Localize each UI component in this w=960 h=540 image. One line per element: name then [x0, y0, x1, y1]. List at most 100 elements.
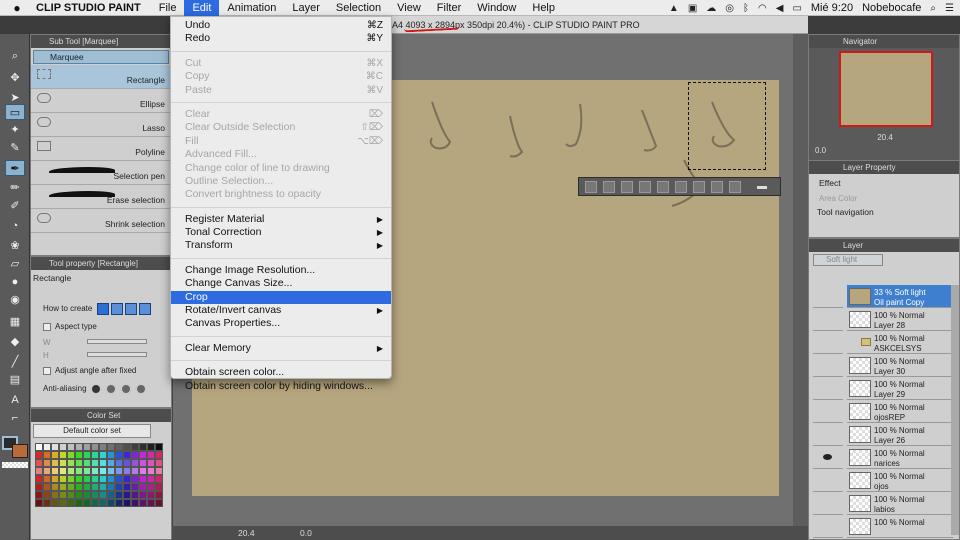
color-swatch[interactable]	[155, 459, 163, 467]
blend-mode-select[interactable]: Soft light	[813, 254, 883, 266]
color-swatch[interactable]	[115, 451, 123, 459]
color-swatch[interactable]	[107, 483, 115, 491]
color-swatch[interactable]	[139, 483, 147, 491]
menu-item-copy[interactable]: Copy ⌘C	[171, 70, 391, 83]
layer-visibility-toggle[interactable]	[813, 354, 843, 377]
color-swatch[interactable]	[59, 491, 67, 499]
color-swatch[interactable]	[43, 499, 51, 507]
color-swatch[interactable]	[35, 467, 43, 475]
color-swatch[interactable]	[107, 467, 115, 475]
color-swatch[interactable]	[123, 491, 131, 499]
color-swatch[interactable]	[155, 491, 163, 499]
anti-alias-weak-icon[interactable]	[104, 382, 117, 395]
layer-visibility-toggle[interactable]	[813, 469, 843, 492]
menu-item-undo[interactable]: Undo ⌘Z	[171, 19, 391, 32]
menu-edit[interactable]: Edit	[184, 0, 220, 16]
add-selection-icon[interactable]	[110, 302, 123, 315]
color-swatch[interactable]	[91, 475, 99, 483]
tray-app-icon[interactable]: ▣	[688, 3, 697, 14]
clock[interactable]: Mié 9:20	[811, 2, 853, 14]
color-swatch[interactable]	[43, 459, 51, 467]
color-swatch[interactable]	[67, 459, 75, 467]
move-tool-icon[interactable]: ✥	[5, 70, 25, 86]
color-swatch[interactable]	[155, 467, 163, 475]
color-swatch[interactable]	[99, 459, 107, 467]
color-swatch[interactable]	[115, 459, 123, 467]
navigator-angle[interactable]: 0.0	[815, 146, 955, 155]
color-swatch[interactable]	[51, 491, 59, 499]
color-swatch[interactable]	[147, 475, 155, 483]
user-name[interactable]: Nobebocafe	[862, 2, 921, 14]
layer-visibility-toggle[interactable]	[813, 446, 843, 469]
eraser-tool-icon[interactable]: ▱	[5, 256, 25, 272]
color-swatch[interactable]	[123, 499, 131, 507]
pen-tool-icon[interactable]: ✒	[5, 160, 25, 176]
color-swatch[interactable]	[67, 499, 75, 507]
color-swatch[interactable]	[75, 499, 83, 507]
balloon-tool-icon[interactable]: ⌐	[5, 410, 25, 426]
color-swatch[interactable]	[51, 475, 59, 483]
notification-icon[interactable]: ▲	[669, 3, 679, 14]
menu-item-clear-memory[interactable]: Clear Memory ▶	[171, 342, 391, 355]
layer-scrollbar[interactable]	[951, 285, 959, 535]
color-swatch[interactable]	[83, 467, 91, 475]
copy-paste-icon[interactable]	[675, 180, 687, 193]
invert-selection-icon[interactable]	[693, 180, 705, 193]
color-swatch[interactable]	[131, 467, 139, 475]
color-swatch[interactable]	[139, 443, 147, 451]
gradient-tool-icon[interactable]: ▦	[5, 314, 25, 330]
menu-animation[interactable]: Animation	[219, 0, 284, 16]
menu-item-crop[interactable]: Crop	[171, 290, 391, 305]
layer-visibility-toggle[interactable]	[813, 331, 843, 354]
color-swatch[interactable]	[107, 499, 115, 507]
color-swatch[interactable]	[131, 491, 139, 499]
auto-select-tool-icon[interactable]: ✦	[5, 122, 25, 138]
cloud-icon[interactable]: ☁	[706, 3, 716, 14]
layer-visibility-toggle[interactable]	[813, 515, 843, 538]
color-swatch[interactable]	[75, 451, 83, 459]
width-slider[interactable]	[87, 339, 147, 344]
menu-view[interactable]: View	[389, 0, 429, 16]
launcher-menu-icon[interactable]: ▬	[757, 181, 767, 192]
color-swatch[interactable]	[155, 451, 163, 459]
color-swatch[interactable]	[83, 451, 91, 459]
color-swatch[interactable]	[51, 467, 59, 475]
color-swatch[interactable]	[43, 483, 51, 491]
color-swatch[interactable]	[139, 467, 147, 475]
color-swatch[interactable]	[91, 467, 99, 475]
anti-alias-none-icon[interactable]	[89, 382, 102, 395]
color-swatch[interactable]	[35, 499, 43, 507]
color-swatch[interactable]	[83, 475, 91, 483]
color-swatch[interactable]	[107, 491, 115, 499]
color-swatch[interactable]	[131, 451, 139, 459]
selection-marquee[interactable]	[688, 82, 766, 170]
color-swatch[interactable]	[155, 475, 163, 483]
color-swatch[interactable]	[99, 467, 107, 475]
layer-row[interactable]: 100 % Normal ojos	[847, 469, 953, 492]
color-swatch[interactable]	[147, 499, 155, 507]
layer-row[interactable]: 100 % Normal Layer 26	[847, 423, 953, 446]
menu-item-clear[interactable]: Clear ⌦	[171, 108, 391, 121]
color-swatch[interactable]	[99, 443, 107, 451]
fill-selection-icon[interactable]	[711, 180, 723, 193]
color-swatch[interactable]	[123, 459, 131, 467]
canvas-vertical-scrollbar[interactable]	[793, 34, 808, 526]
color-swatch[interactable]	[131, 443, 139, 451]
color-swatch[interactable]	[115, 499, 123, 507]
frame-tool-icon[interactable]: ╱	[5, 354, 25, 370]
color-swatch[interactable]	[107, 443, 115, 451]
color-swatch[interactable]	[139, 475, 147, 483]
color-swatch[interactable]	[51, 459, 59, 467]
color-swatch[interactable]	[67, 443, 75, 451]
subtool-lasso[interactable]: Lasso	[31, 113, 171, 137]
color-swatch-grid[interactable]	[35, 443, 167, 511]
layer-visibility-toggle[interactable]	[813, 423, 843, 446]
color-swatch[interactable]	[139, 491, 147, 499]
color-swatch[interactable]	[35, 483, 43, 491]
battery-icon[interactable]: ▭	[792, 3, 801, 14]
color-swatch[interactable]	[83, 459, 91, 467]
color-swatch[interactable]	[83, 491, 91, 499]
fill-tool-icon[interactable]: ◉	[5, 292, 25, 308]
color-swatch[interactable]	[115, 467, 123, 475]
decoration-tool-icon[interactable]: ❀	[5, 238, 25, 254]
